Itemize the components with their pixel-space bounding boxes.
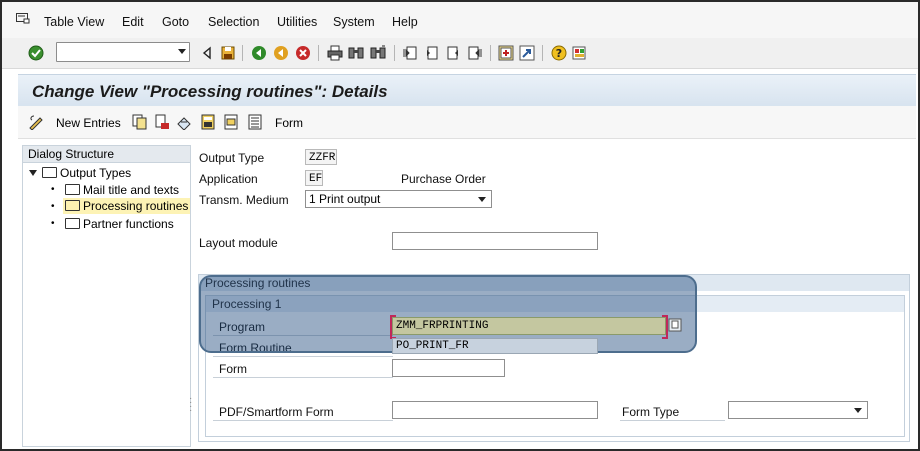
tree-bullet: • [51,218,55,229]
folder-icon [65,184,80,195]
tree-bullet: • [51,184,55,195]
menu-help[interactable]: Help [392,15,418,29]
tree-label: Processing routines [83,199,189,213]
pdf-smartform-label: PDF/Smartform Form [219,405,334,419]
toolbar-separator [542,45,543,61]
prev-page-icon[interactable] [424,45,440,61]
chevron-down-icon[interactable] [478,197,486,202]
tree-bullet: • [51,201,55,212]
title-bar: Change View "Processing routines": Detai… [18,74,916,107]
enter-icon[interactable] [28,45,44,61]
back-green-icon[interactable] [251,45,267,61]
form-routine-input[interactable]: PO_PRINT_FR [392,338,598,354]
sap-window: Table View Edit Goto Selection Utilities… [0,0,920,451]
divider [213,356,393,357]
new-entries-button[interactable]: New Entries [56,116,121,130]
toolbar-separator [318,45,319,61]
transm-medium-select[interactable]: 1 Print output [305,190,492,208]
exit-icon[interactable] [273,45,289,61]
back-triangle-icon[interactable] [199,45,215,61]
svg-text:?: ? [556,47,562,60]
layout-module-label: Layout module [199,236,278,250]
command-field[interactable] [56,42,190,62]
open-folder-icon [65,200,80,211]
application-description: Purchase Order [401,172,486,186]
application-label: Application [199,172,258,186]
program-value: ZMM_FRPRINTING [396,320,489,332]
first-page-icon[interactable] [403,45,419,61]
last-page-icon[interactable] [466,45,482,61]
toolbar-separator [394,45,395,61]
menu-edit[interactable]: Edit [122,15,144,29]
toolbar-separator [490,45,491,61]
find-icon[interactable] [348,45,364,61]
form-label: Form [219,362,247,376]
tree-label: Output Types [60,166,132,180]
transm-medium-label: Transm. Medium [199,193,289,207]
divider [213,420,393,421]
save-icon[interactable] [220,45,236,61]
tree-root-output-types[interactable]: Output Types [29,166,131,180]
menu-table-view[interactable]: Table View [44,15,104,29]
tree-item-processing-routines[interactable]: Processing routines [63,198,191,214]
menu-system[interactable]: System [333,15,375,29]
tree-label: Mail title and texts [83,183,180,197]
tree-item-partner-functions[interactable]: Partner functions [65,217,174,231]
tree-label: Partner functions [83,217,174,231]
page-title: Change View "Processing routines": Detai… [32,82,388,101]
menu-utilities[interactable]: Utilities [277,15,317,29]
expand-triangle-icon[interactable] [29,170,37,176]
folder-icon [65,218,80,229]
form-type-label: Form Type [622,405,680,419]
menu-goto[interactable]: Goto [162,15,189,29]
menu-selection[interactable]: Selection [208,15,259,29]
create-session-icon[interactable] [498,45,514,61]
pdf-smartform-input[interactable] [392,401,598,419]
application-toolbar: New Entries Form [18,106,916,139]
output-type-value: ZZFR [305,149,337,165]
standard-toolbar: ? [2,38,918,69]
shortcut-icon[interactable] [519,45,535,61]
customize-layout-icon[interactable] [572,45,588,61]
program-input[interactable]: ZMM_FRPRINTING [392,317,666,335]
select-block-icon[interactable] [223,114,239,130]
chevron-down-icon[interactable] [854,408,862,413]
dialog-structure-header: Dialog Structure [23,146,190,163]
splitter-handle[interactable]: · · · · [189,394,192,416]
select-all-icon[interactable] [200,114,216,130]
form-type-select[interactable] [728,401,868,419]
transm-medium-value: 1 Print output [309,192,381,206]
next-page-icon[interactable] [445,45,461,61]
layout-module-input[interactable] [392,232,598,250]
print-icon[interactable] [327,45,343,61]
output-type-label: Output Type [199,151,265,165]
divider [620,420,725,421]
cursor-bracket-left [390,315,396,339]
copy-as-icon[interactable] [132,114,148,130]
system-menu-icon[interactable] [16,13,30,24]
dialog-structure-panel: Dialog Structure Output Types • Mail tit… [22,145,191,447]
form-routine-value: PO_PRINT_FR [396,340,469,352]
change-display-icon[interactable] [28,114,44,130]
cancel-icon[interactable] [295,45,311,61]
folder-icon [42,167,57,178]
chevron-down-icon[interactable] [178,49,186,54]
undo-change-icon[interactable] [176,114,192,130]
tree-item-mail-title-and-texts[interactable]: Mail title and texts [65,183,179,197]
help-icon[interactable]: ? [551,45,567,61]
edit-program-icon[interactable] [668,318,682,332]
application-value: EF [305,170,323,186]
divider [213,377,393,378]
find-next-icon[interactable] [370,45,386,61]
form-input[interactable] [392,359,505,377]
deselect-all-icon[interactable] [247,114,263,130]
toolbar-separator [242,45,243,61]
menu-bar: Table View Edit Goto Selection Utilities… [2,2,918,38]
form-button[interactable]: Form [275,116,303,130]
delete-icon[interactable] [154,114,170,130]
